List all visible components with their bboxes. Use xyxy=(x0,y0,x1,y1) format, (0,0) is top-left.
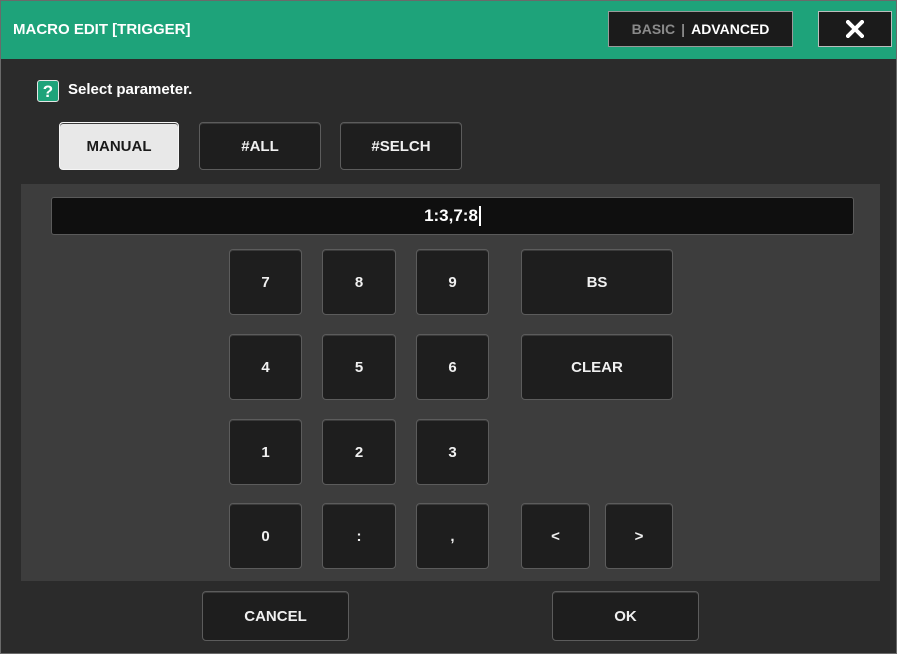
selch-button[interactable]: #SELCH xyxy=(340,122,462,170)
cursor-left-button[interactable]: < xyxy=(521,503,590,569)
backspace-button[interactable]: BS xyxy=(521,249,673,315)
key-7-button[interactable]: 7 xyxy=(229,249,302,315)
key-8-button[interactable]: 8 xyxy=(322,249,396,315)
clear-button[interactable]: CLEAR xyxy=(521,334,673,400)
key-3-button[interactable]: 3 xyxy=(416,419,489,485)
ok-button[interactable]: OK xyxy=(552,591,699,641)
title-bar: MACRO EDIT [TRIGGER] BASIC | ADVANCED xyxy=(1,1,896,59)
parameter-entry-field[interactable]: 1:3,7:8 xyxy=(51,197,854,235)
entry-value: 1:3,7:8 xyxy=(424,206,478,225)
key-colon-button[interactable]: : xyxy=(322,503,396,569)
cancel-button[interactable]: CANCEL xyxy=(202,591,349,641)
key-6-button[interactable]: 6 xyxy=(416,334,489,400)
key-1-button[interactable]: 1 xyxy=(229,419,302,485)
key-4-button[interactable]: 4 xyxy=(229,334,302,400)
manual-button[interactable]: MANUAL xyxy=(59,122,179,170)
key-2-button[interactable]: 2 xyxy=(322,419,396,485)
key-9-button[interactable]: 9 xyxy=(416,249,489,315)
dialog-title: MACRO EDIT [TRIGGER] xyxy=(13,21,191,38)
all-button[interactable]: #ALL xyxy=(199,122,321,170)
help-icon[interactable]: ? xyxy=(37,80,59,102)
basic-advanced-toggle[interactable]: BASIC | ADVANCED xyxy=(608,11,793,47)
close-icon xyxy=(846,20,864,38)
mode-separator: | xyxy=(681,21,686,37)
cursor-right-button[interactable]: > xyxy=(605,503,673,569)
text-cursor xyxy=(478,206,481,226)
mode-advanced-label[interactable]: ADVANCED xyxy=(691,21,769,37)
key-0-button[interactable]: 0 xyxy=(229,503,302,569)
macro-edit-dialog: MACRO EDIT [TRIGGER] BASIC | ADVANCED ? … xyxy=(0,0,897,654)
mode-basic-label[interactable]: BASIC xyxy=(632,21,676,37)
close-button[interactable] xyxy=(818,11,892,47)
instruction-text: Select parameter. xyxy=(68,81,193,98)
key-comma-button[interactable]: , xyxy=(416,503,489,569)
key-5-button[interactable]: 5 xyxy=(322,334,396,400)
